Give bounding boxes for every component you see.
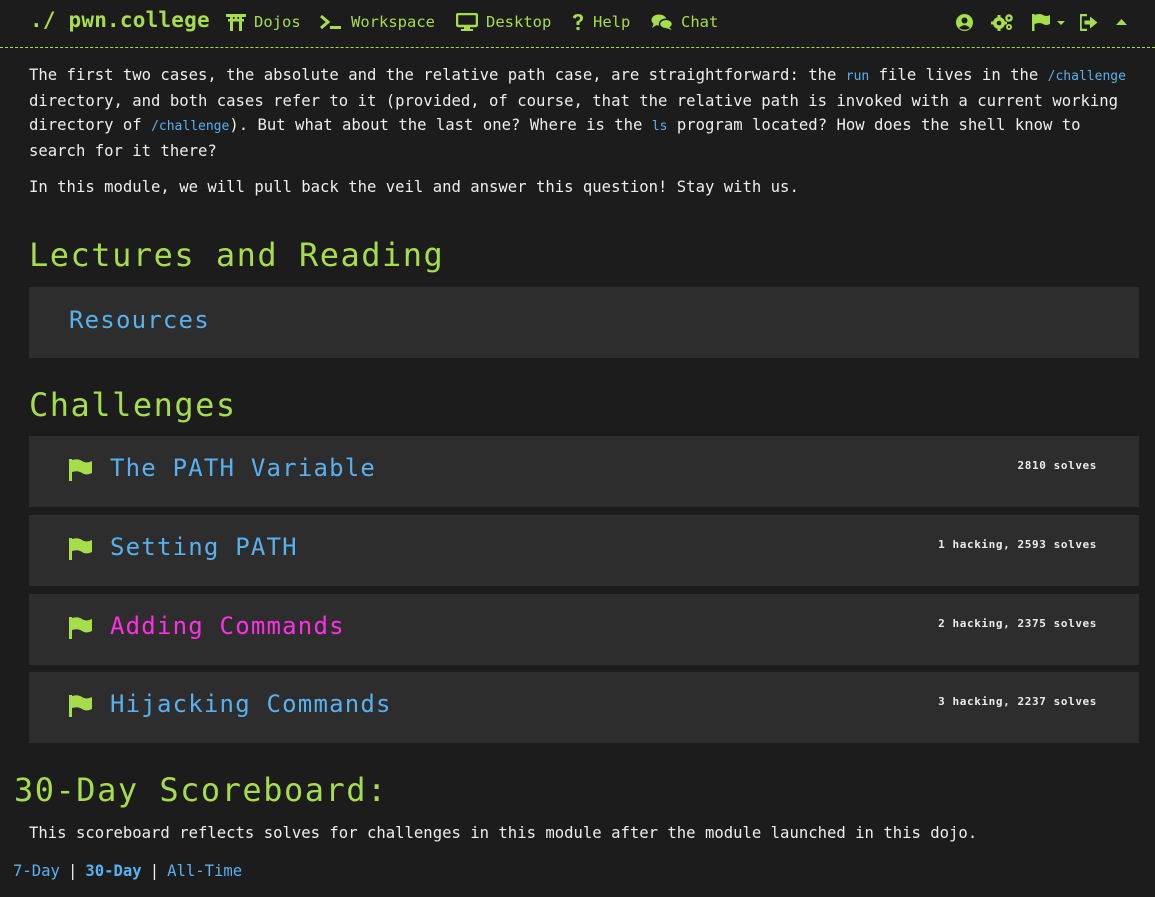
resources-link[interactable]: Resources: [69, 306, 210, 334]
tab-30-day[interactable]: 30-Day: [85, 862, 141, 880]
code-run: run: [845, 69, 870, 84]
nav-chat[interactable]: Chat: [651, 11, 718, 33]
nav-workspace-label: Workspace: [351, 13, 435, 31]
nav-help-label: Help: [593, 13, 631, 31]
nav-chat-label: Chat: [681, 13, 719, 31]
challenges-heading: Challenges: [29, 386, 237, 424]
challenge-title[interactable]: Setting PATH: [110, 533, 298, 561]
flag-icon: [69, 617, 92, 639]
flag-icon: [69, 695, 92, 717]
challenge-card[interactable]: The PATH Variable 2810 solves: [29, 436, 1139, 507]
challenge-stats: 2 hacking, 2375 solves: [938, 617, 1097, 630]
nav-desktop-label: Desktop: [486, 13, 552, 31]
account-button[interactable]: [956, 11, 973, 33]
chat-icon: [651, 14, 673, 30]
challenge-card[interactable]: Setting PATH 1 hacking, 2593 solves: [29, 515, 1139, 586]
code-challenge-dir: /challenge: [1047, 69, 1126, 84]
settings-button[interactable]: [991, 11, 1014, 33]
challenge-card[interactable]: Hijacking Commands 3 hacking, 2237 solve…: [29, 672, 1139, 743]
challenge-title[interactable]: Adding Commands: [110, 612, 345, 640]
intro-paragraph-1: The first two cases, the absolute and th…: [29, 63, 1139, 163]
tab-all-time[interactable]: All-Time: [167, 862, 242, 880]
torii-icon: [226, 14, 246, 31]
intro-paragraph-2: In this module, we will pull back the ve…: [29, 178, 799, 196]
intro-text: ). But what about the last one? Where is…: [229, 116, 652, 134]
challenge-title[interactable]: Hijacking Commands: [110, 690, 392, 718]
intro-text: The first two cases, the absolute and th…: [29, 66, 846, 84]
code-ls: ls: [651, 119, 668, 134]
question-icon: [573, 14, 583, 30]
tab-separator: |: [149, 862, 160, 880]
nav-workspace[interactable]: Workspace: [319, 11, 435, 33]
terminal-icon: [320, 14, 341, 30]
top-navbar: ./ pwn.college Dojos Workspace Desktop H…: [0, 0, 1155, 48]
tab-separator: |: [67, 862, 78, 880]
challenge-stats: 2810 solves: [1017, 459, 1097, 472]
collapse-caret-icon: [1116, 19, 1127, 25]
resources-card[interactable]: Resources: [29, 287, 1139, 358]
logout-button[interactable]: [1080, 11, 1098, 33]
scoreboard-range-tabs: 7-Day | 30-Day | All-Time: [13, 862, 242, 880]
nav-help[interactable]: Help: [571, 11, 630, 33]
user-circle-icon: [956, 13, 973, 31]
scoreboard-description: This scoreboard reflects solves for chal…: [29, 824, 978, 842]
nav-dojos-label: Dojos: [254, 13, 301, 31]
flag-icon: [69, 538, 92, 560]
tab-7-day[interactable]: 7-Day: [13, 862, 60, 880]
challenge-stats: 1 hacking, 2593 solves: [938, 538, 1097, 551]
challenge-title[interactable]: The PATH Variable: [110, 454, 376, 482]
flag-dropdown-icon: [1032, 14, 1065, 31]
flag-icon: [69, 459, 92, 481]
logout-icon: [1080, 13, 1098, 31]
monitor-icon: [456, 13, 478, 31]
challenge-card[interactable]: Adding Commands 2 hacking, 2375 solves: [29, 594, 1139, 665]
cogs-icon: [991, 14, 1013, 31]
challenge-stats: 3 hacking, 2237 solves: [938, 695, 1097, 708]
collapse-button[interactable]: [1115, 11, 1128, 33]
brand-logo[interactable]: ./ pwn.college: [30, 8, 210, 32]
nav-desktop[interactable]: Desktop: [456, 11, 551, 33]
code-challenge-dir: /challenge: [151, 119, 230, 134]
lectures-heading: Lectures and Reading: [29, 236, 445, 274]
flag-dropdown-button[interactable]: [1032, 11, 1066, 33]
scoreboard-heading: 30-Day Scoreboard:: [14, 771, 388, 809]
intro-text: file lives in the: [869, 66, 1048, 84]
nav-dojos[interactable]: Dojos: [226, 11, 301, 33]
